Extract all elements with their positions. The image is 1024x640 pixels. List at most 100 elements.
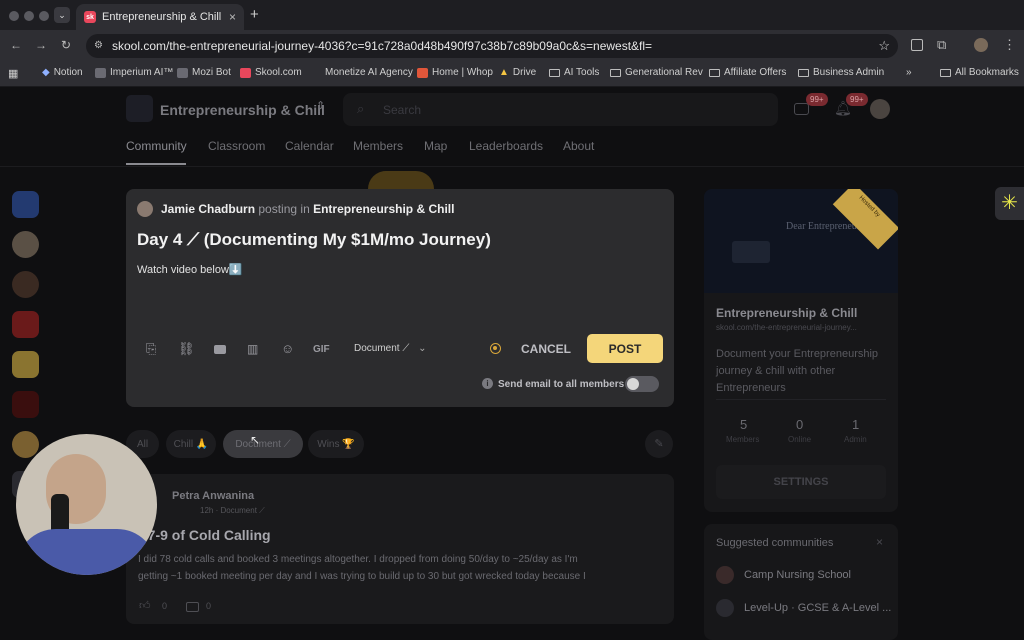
feed-post-card[interactable]: Petra Anwanina 12h · Document ⟋ y 7-9 of… — [126, 474, 674, 624]
address-bar[interactable]: ⚙ skool.com/the-entrepreneurial-journey-… — [86, 34, 898, 58]
community-name[interactable]: Entrepreneurship & Chill — [160, 102, 325, 118]
close-suggested-icon[interactable]: × — [876, 535, 883, 549]
minimize-window-icon[interactable] — [24, 11, 34, 21]
suggested-title: Suggested communities — [716, 537, 834, 549]
back-icon[interactable]: ← — [10, 38, 22, 52]
profile-avatar-icon[interactable] — [974, 38, 988, 52]
more-bookmarks-icon[interactable]: » — [906, 67, 912, 78]
sidebar-community-3[interactable] — [12, 271, 39, 298]
apps-grid-icon[interactable]: ▦ — [8, 67, 18, 80]
about-community-url[interactable]: skool.com/the-entrepreneurial-journey... — [716, 323, 888, 332]
admin-label: Admin — [844, 435, 867, 444]
bookmark-whop[interactable]: Home | Whop — [417, 67, 493, 78]
cancel-button[interactable]: CANCEL — [521, 342, 571, 356]
url-text: skool.com/the-entrepreneurial-journey-40… — [112, 39, 653, 53]
admin-count: 1 — [852, 417, 860, 432]
bookmark-ai-tools[interactable]: AI Tools — [549, 67, 599, 78]
extensions-icon[interactable]: ⧉ — [937, 37, 946, 53]
tab-calendar[interactable]: Calendar — [285, 139, 334, 153]
browser-tab-active[interactable]: sk Entrepreneurship & Chill · Do × — [76, 4, 244, 30]
sidebar-community-5[interactable] — [12, 351, 39, 378]
chevron-down-icon: ⌄ — [418, 343, 427, 354]
feed-post-excerpt-1: I did 78 cold calls and booked 3 meeting… — [138, 554, 578, 565]
members-label: Members — [726, 435, 760, 444]
banner-armchair-image — [732, 241, 770, 263]
tab-leaderboards[interactable]: Leaderboards — [469, 139, 543, 153]
browser-menu-icon[interactable]: ⋮ — [1003, 37, 1016, 53]
bookmarks-bar: ▦ ◆ Notion Imperium AI™ Mozi Bot Skool.co… — [0, 61, 1024, 87]
notifications-badge: 99+ — [846, 93, 868, 106]
tab-members[interactable]: Members — [353, 139, 403, 153]
bookmark-notion[interactable]: ◆ Notion — [42, 67, 83, 78]
comment-count: 0 — [206, 601, 212, 611]
close-tab-icon[interactable]: × — [229, 10, 236, 24]
tab-search-icon[interactable]: ⌄ — [54, 7, 70, 23]
webcam-shirt — [16, 529, 157, 575]
feed-post-meta: 12h · Document ⟋ — [200, 506, 265, 515]
filter-edit-icon[interactable]: ✎ — [645, 430, 673, 458]
reading-list-icon[interactable] — [911, 39, 923, 51]
sidebar-community-4[interactable] — [12, 311, 39, 338]
post-body-input[interactable]: Watch video below⬇️ — [137, 263, 243, 276]
filter-chill[interactable]: Chill 🙏 — [166, 430, 216, 458]
filter-document[interactable]: Document ⟋ — [223, 430, 303, 458]
bookmark-star-icon[interactable]: ☆ — [878, 38, 890, 54]
gif-button[interactable]: GIF — [313, 344, 330, 355]
chat-icon[interactable] — [794, 103, 809, 115]
suggested-item-level-up[interactable]: Level-Up · GCSE & A-Level ... — [744, 602, 891, 614]
reload-icon[interactable]: ↻ — [61, 38, 71, 52]
members-count: 5 — [740, 417, 748, 432]
youtube-icon[interactable] — [214, 345, 226, 354]
post-button[interactable]: POST — [587, 334, 663, 363]
filter-wins[interactable]: Wins 🏆 — [308, 430, 364, 458]
site-settings-icon[interactable]: ⚙ — [94, 40, 103, 51]
bookmark-drive[interactable]: ▲ Drive — [499, 67, 536, 78]
all-bookmarks[interactable]: All Bookmarks — [940, 67, 1019, 78]
tab-map[interactable]: Map — [424, 139, 447, 153]
bookmark-skool[interactable]: Skool.com — [240, 67, 302, 78]
new-tab-icon[interactable]: + — [250, 6, 259, 23]
emoji-icon[interactable]: ☺ — [281, 341, 294, 356]
extension-sparkle-icon[interactable]: ✳ — [995, 187, 1024, 220]
suggested-item-camp-nursing[interactable]: Camp Nursing School — [744, 569, 851, 581]
bookmark-monetize-ai[interactable]: Monetize AI Agency — [325, 67, 413, 78]
forward-icon[interactable]: → — [35, 38, 47, 52]
about-community-name: Entrepreneurship & Chill — [716, 306, 858, 320]
bookmark-business-admin[interactable]: Business Admin — [798, 67, 884, 78]
poll-icon[interactable]: ▥ — [247, 342, 258, 356]
feed-post-author[interactable]: Petra Anwanina — [172, 490, 254, 502]
user-avatar[interactable] — [870, 99, 890, 119]
bookmark-mozi-bot[interactable]: Mozi Bot — [177, 67, 231, 78]
post-composer: Jamie Chadburn posting in Entrepreneursh… — [126, 189, 674, 407]
maximize-window-icon[interactable] — [39, 11, 49, 21]
sidebar-community-7[interactable] — [12, 431, 39, 458]
sidebar-community-2[interactable] — [12, 231, 39, 258]
bookmark-imperium[interactable]: Imperium AI™ — [95, 67, 173, 78]
feed-post-title[interactable]: y 7-9 of Cold Calling — [136, 527, 271, 543]
like-count: 0 — [162, 601, 168, 611]
tab-about[interactable]: About — [563, 139, 594, 153]
community-banner-image[interactable]: Dear Entrepreneur Hosted by — [704, 189, 898, 293]
tab-classroom[interactable]: Classroom — [208, 139, 265, 153]
sidebar-community-6[interactable] — [12, 391, 39, 418]
attachment-icon[interactable]: ⎘ — [146, 341, 156, 357]
like-icon[interactable]: 👍︎ — [139, 599, 151, 612]
link-icon[interactable]: ⛓ — [178, 341, 195, 357]
search-icon: ⌕ — [357, 101, 365, 116]
email-members-toggle[interactable] — [625, 376, 659, 392]
settings-button[interactable]: SETTINGS — [716, 465, 886, 499]
bookmark-generational-rev[interactable]: Generational Rev — [610, 67, 703, 78]
browser-toolbar: ← → ↻ ⚙ skool.com/the-entrepreneurial-jo… — [0, 30, 1024, 61]
search-input[interactable]: ⌕ Search — [343, 93, 778, 126]
close-window-icon[interactable] — [9, 11, 19, 21]
target-community: Entrepreneurship & Chill — [313, 202, 455, 216]
tab-community[interactable]: Community — [126, 139, 187, 153]
comment-icon[interactable] — [186, 602, 199, 612]
sidebar-community-1[interactable] — [12, 191, 39, 218]
record-video-icon[interactable] — [490, 343, 501, 354]
post-title-input[interactable]: Day 4 ⟋ (Documenting My $1M/mo Journey) — [137, 230, 491, 250]
category-select[interactable]: Document ⟋ ⌄ — [354, 343, 427, 354]
bookmark-affiliate-offers[interactable]: Affiliate Offers — [709, 67, 786, 78]
community-switcher-icon[interactable]: ⇕ — [316, 99, 325, 112]
community-logo[interactable] — [126, 95, 153, 122]
